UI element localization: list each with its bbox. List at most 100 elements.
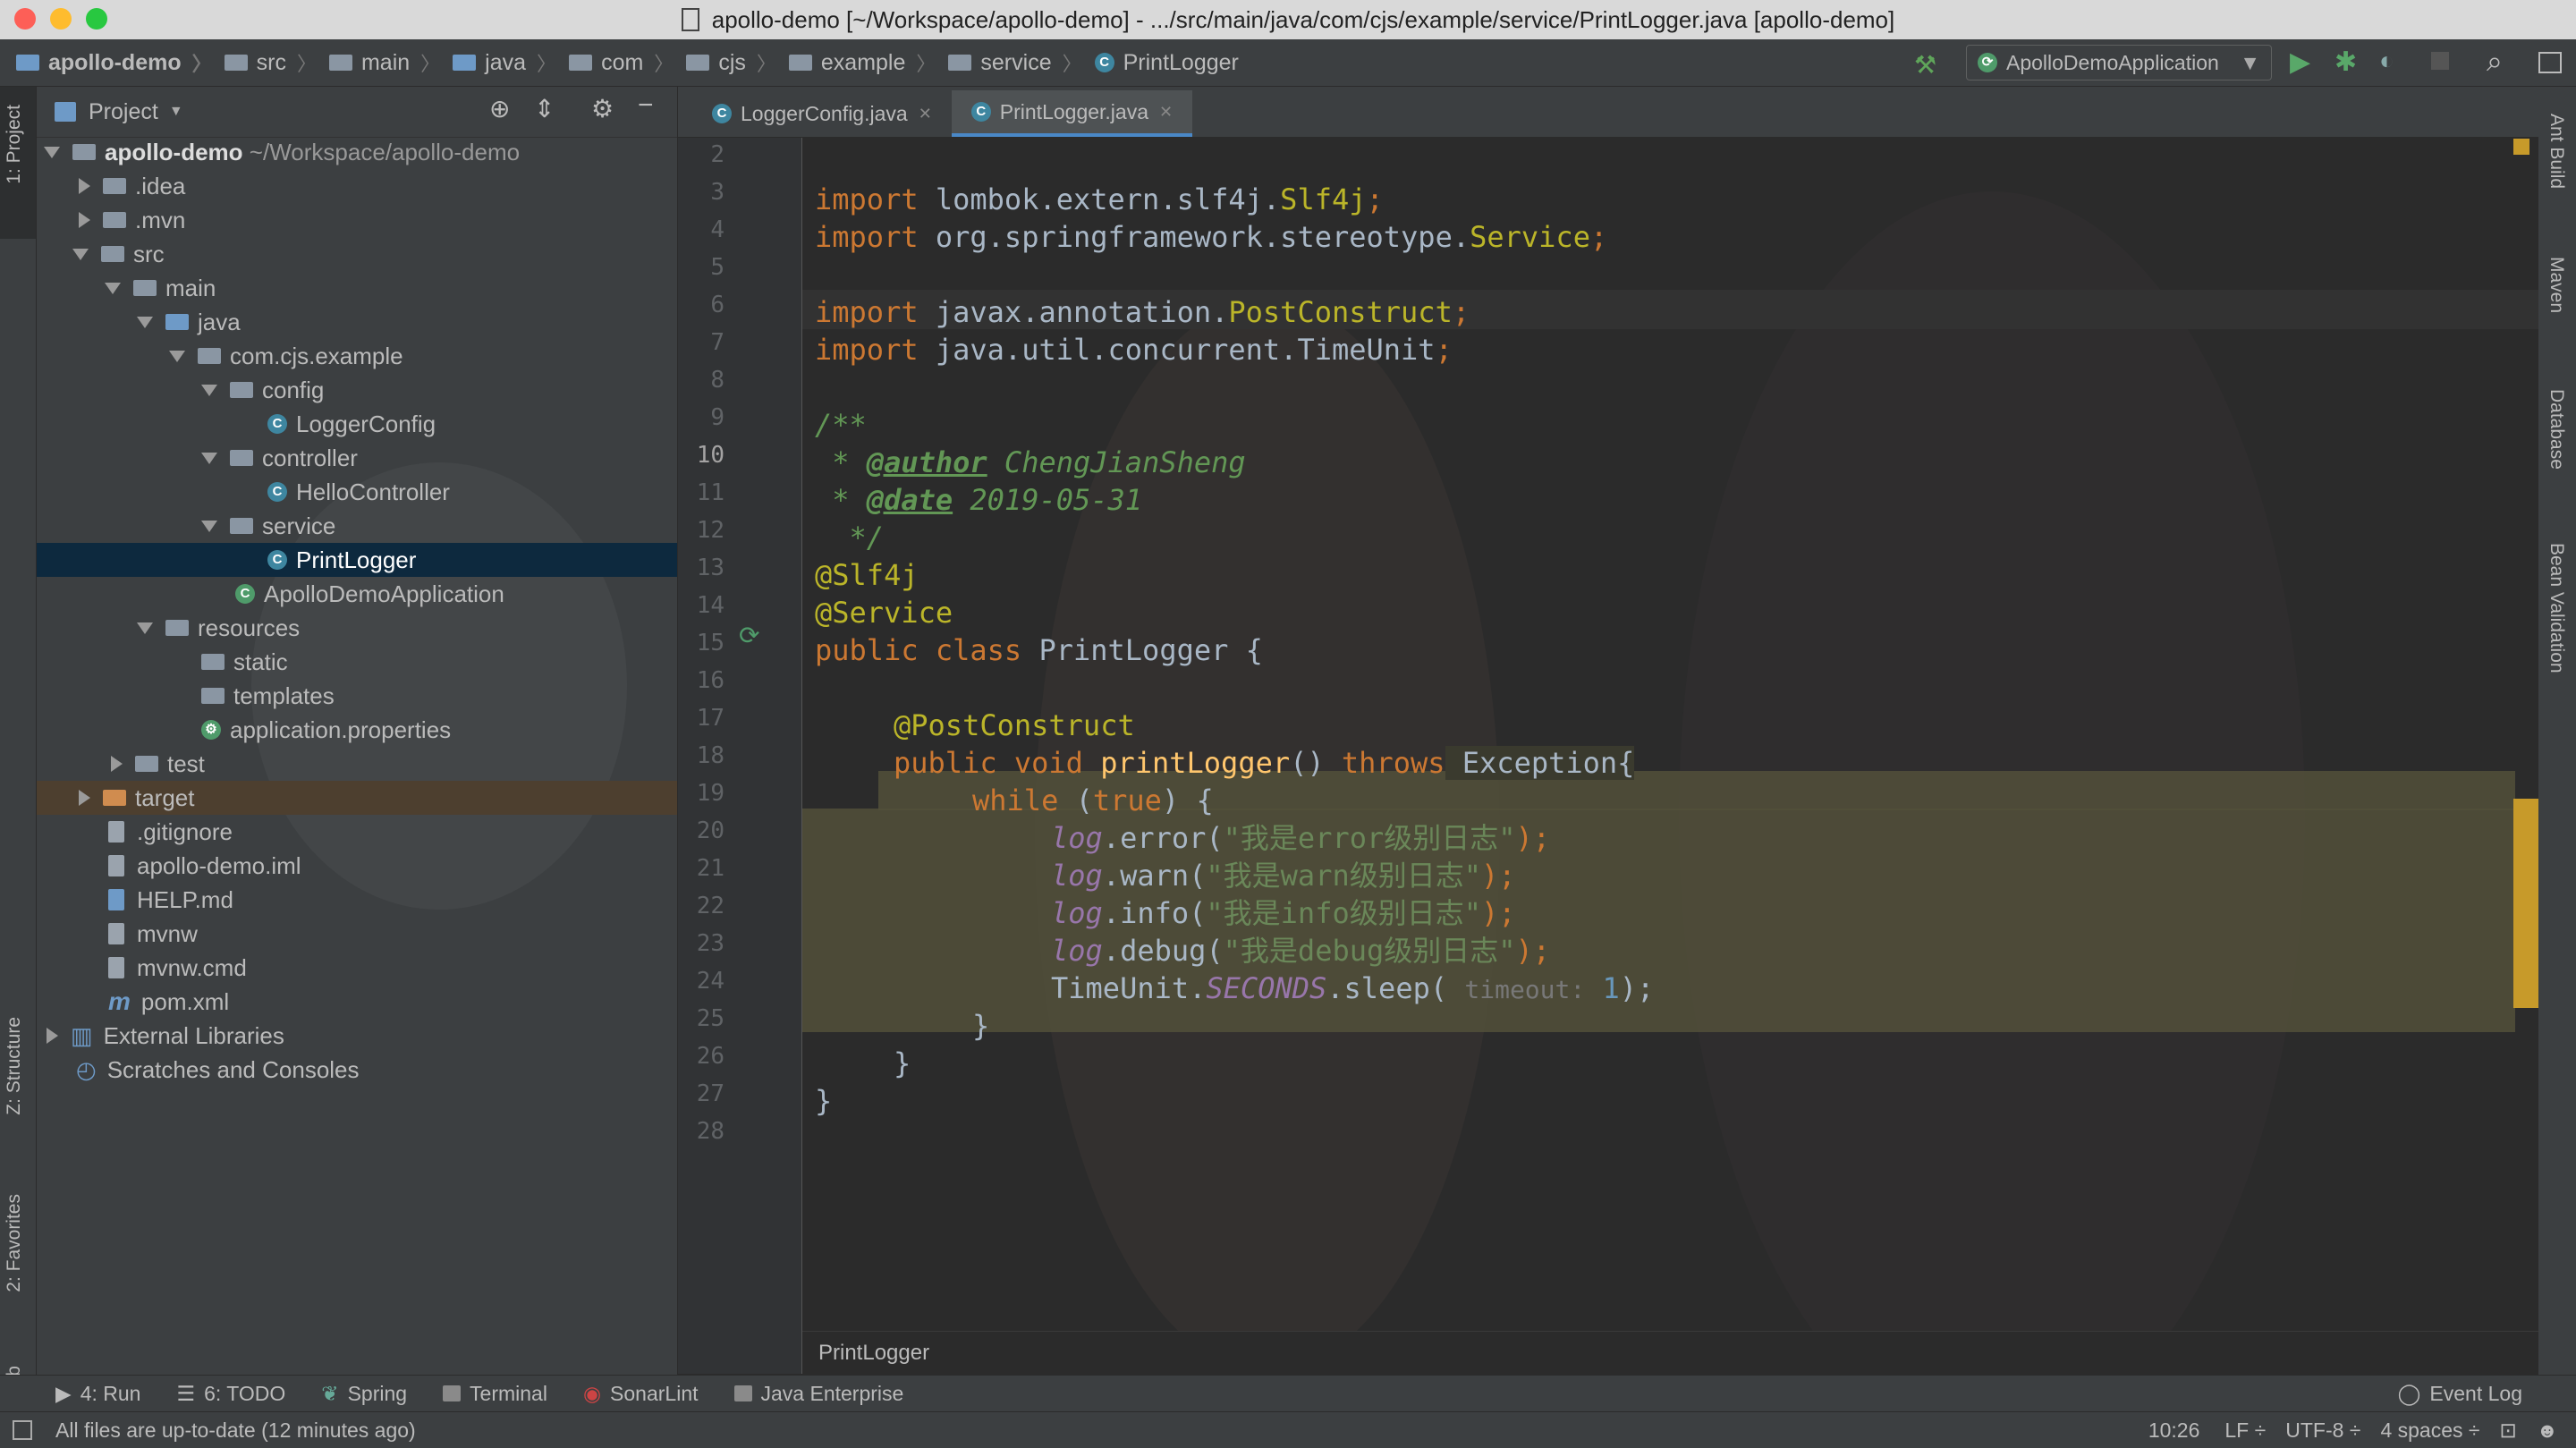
tool-terminal[interactable]: Terminal: [443, 1382, 547, 1406]
lock-icon[interactable]: ⊡: [2500, 1418, 2517, 1443]
tree-item-mvnw[interactable]: mvnw: [37, 917, 198, 951]
window-title: apollo-demo [~/Workspace/apollo-demo] - …: [711, 5, 1895, 33]
tree-item-package[interactable]: com.cjs.example: [37, 339, 403, 373]
file-encoding[interactable]: UTF-8 ÷: [2285, 1418, 2360, 1443]
line-number: 19: [696, 780, 724, 807]
tree-item-loggerconfig[interactable]: C LoggerConfig: [37, 407, 436, 441]
project-panel: Project ▼ ⊕ ⇕ ⚙ − apollo-demo ~/Workspac…: [37, 87, 677, 1375]
tool-tab-maven[interactable]: Maven: [2546, 257, 2567, 313]
breadcrumb-main[interactable]: main 〉: [328, 48, 440, 77]
tool-sonarlint[interactable]: ◉ SonarLint: [583, 1382, 699, 1406]
tool-run[interactable]: ▶ 4: Run: [55, 1382, 140, 1406]
tool-tab-structure[interactable]: Z: Structure: [4, 1017, 25, 1115]
breadcrumb-com[interactable]: com 〉: [569, 48, 674, 77]
layout-icon[interactable]: [2538, 52, 2562, 73]
breadcrumb-printlogger[interactable]: C PrintLogger: [1094, 50, 1239, 76]
breadcrumb-example[interactable]: example 〉: [788, 48, 936, 77]
tree-item-src[interactable]: src: [37, 237, 165, 271]
tree-item-resources[interactable]: resources: [37, 611, 300, 645]
tool-java-enterprise[interactable]: Java Enterprise: [733, 1382, 903, 1406]
chevron-down-icon[interactable]: ▼: [169, 104, 183, 120]
minimize-window-button[interactable]: [50, 8, 72, 30]
tool-tab-favorites[interactable]: 2: Favorites: [4, 1194, 25, 1292]
search-icon[interactable]: ⌕: [2487, 45, 2503, 79]
toggle-tool-windows-icon[interactable]: [13, 1420, 32, 1440]
breadcrumb-java[interactable]: java 〉: [453, 48, 556, 77]
close-icon[interactable]: ✕: [919, 105, 932, 123]
tree-item-gitignore[interactable]: .gitignore: [37, 815, 233, 849]
expand-arrow-icon: [201, 384, 217, 396]
code-line-4: import org.springframework.stereotype.Se…: [815, 220, 1608, 254]
tree-item-scratches[interactable]: ◴ Scratches and Consoles: [37, 1053, 360, 1087]
breadcrumb-src[interactable]: src 〉: [224, 48, 317, 77]
gear-icon[interactable]: ⚙: [591, 94, 614, 123]
tab-loggerconfig[interactable]: C LoggerConfig.java ✕: [692, 90, 952, 137]
tree-item-service[interactable]: service: [37, 509, 335, 543]
project-view-select[interactable]: Project: [89, 99, 158, 125]
tool-todo[interactable]: ☰ 6: TODO: [176, 1382, 285, 1406]
tree-item-printlogger[interactable]: C PrintLogger: [37, 543, 677, 577]
tree-item-java[interactable]: java: [37, 305, 241, 339]
tree-item-static[interactable]: static: [37, 645, 288, 679]
indent-setting[interactable]: 4 spaces ÷: [2380, 1418, 2479, 1443]
package-icon: [198, 348, 221, 364]
tool-tab-bean-validation[interactable]: Bean Validation: [2546, 543, 2567, 673]
tree-item-hellocontroller[interactable]: C HelloController: [37, 475, 450, 509]
stop-icon[interactable]: [2431, 52, 2449, 70]
line-separator[interactable]: LF ÷: [2224, 1418, 2266, 1443]
caret-position[interactable]: 10:26: [2148, 1418, 2200, 1443]
line-number: 25: [696, 1005, 724, 1032]
tree-item-root[interactable]: apollo-demo ~/Workspace/apollo-demo: [37, 135, 520, 169]
build-hammer-icon[interactable]: ⚒: [1914, 50, 1936, 80]
tree-item-target[interactable]: target: [37, 781, 677, 815]
code-line-22: log.info("我是info级别日志");: [1051, 896, 1516, 930]
navigation-bar: apollo-demo 〉 src 〉 main 〉 java 〉 com 〉 cjs 〉 …: [0, 39, 2576, 87]
tree-item-idea[interactable]: .idea: [37, 169, 185, 203]
collapse-all-icon[interactable]: ⇕: [534, 94, 555, 123]
tree-item-test[interactable]: test: [37, 747, 205, 781]
breadcrumb-cjs[interactable]: cjs 〉: [686, 48, 776, 77]
tree-item-application-properties[interactable]: ⚙ application.properties: [37, 713, 451, 747]
tree-item-mvnw-cmd[interactable]: mvnw.cmd: [37, 951, 247, 985]
tree-item-iml[interactable]: apollo-demo.iml: [37, 849, 301, 883]
file-icon: [108, 821, 124, 843]
tree-item-main[interactable]: main: [37, 271, 216, 305]
tree-item-templates[interactable]: templates: [37, 679, 335, 713]
tree-item-external-libraries[interactable]: ▥ External Libraries: [37, 1019, 284, 1053]
tab-printlogger[interactable]: C PrintLogger.java ✕: [951, 90, 1193, 137]
coverage-icon[interactable]: ◐: [2379, 47, 2394, 75]
tree-item-pom[interactable]: m pom.xml: [37, 985, 229, 1019]
hide-panel-icon[interactable]: −: [638, 90, 654, 121]
breadcrumb-project[interactable]: apollo-demo 〉: [16, 48, 212, 77]
folder-icon: [103, 212, 126, 228]
tree-item-mvn[interactable]: .mvn: [37, 203, 185, 237]
run-icon[interactable]: ▶: [2290, 47, 2310, 78]
class-icon: C: [267, 550, 287, 570]
run-config-select[interactable]: ⟳ ApolloDemoApplication ▼: [1966, 45, 2272, 80]
tree-item-help-md[interactable]: HELP.md: [37, 883, 233, 917]
close-icon[interactable]: ✕: [1159, 103, 1173, 122]
debug-icon[interactable]: ✱: [2334, 47, 2357, 78]
tool-spring[interactable]: ❦ Spring: [321, 1382, 407, 1406]
line-number: 28: [696, 1118, 724, 1145]
close-window-button[interactable]: [14, 8, 36, 30]
breadcrumb-service[interactable]: service 〉: [948, 48, 1082, 77]
line-number: 9: [710, 404, 724, 431]
tool-tab-project[interactable]: 1: Project: [4, 105, 25, 184]
tool-tab-ant[interactable]: Ant Build: [2546, 114, 2567, 189]
run-class-gutter-icon[interactable]: ⟳: [739, 621, 759, 650]
zoom-window-button[interactable]: [86, 8, 107, 30]
folder-icon: [569, 55, 593, 71]
tree-item-controller[interactable]: controller: [37, 441, 358, 475]
tool-event-log[interactable]: ◯ Event Log: [2398, 1382, 2522, 1406]
tree-item-apollodemoapplication[interactable]: C ApolloDemoApplication: [37, 577, 504, 611]
run-icon: ▶: [55, 1381, 72, 1405]
inspector-icon[interactable]: ☻: [2537, 1418, 2558, 1443]
locate-icon[interactable]: ⊕: [489, 94, 510, 123]
library-icon: ▥: [71, 1021, 93, 1049]
footer-class-name[interactable]: PrintLogger: [818, 1341, 929, 1366]
code-line-25: }: [972, 1009, 990, 1043]
line-number: 15: [696, 630, 724, 656]
tool-tab-database[interactable]: Database: [2546, 389, 2567, 470]
tree-item-config[interactable]: config: [37, 373, 324, 407]
